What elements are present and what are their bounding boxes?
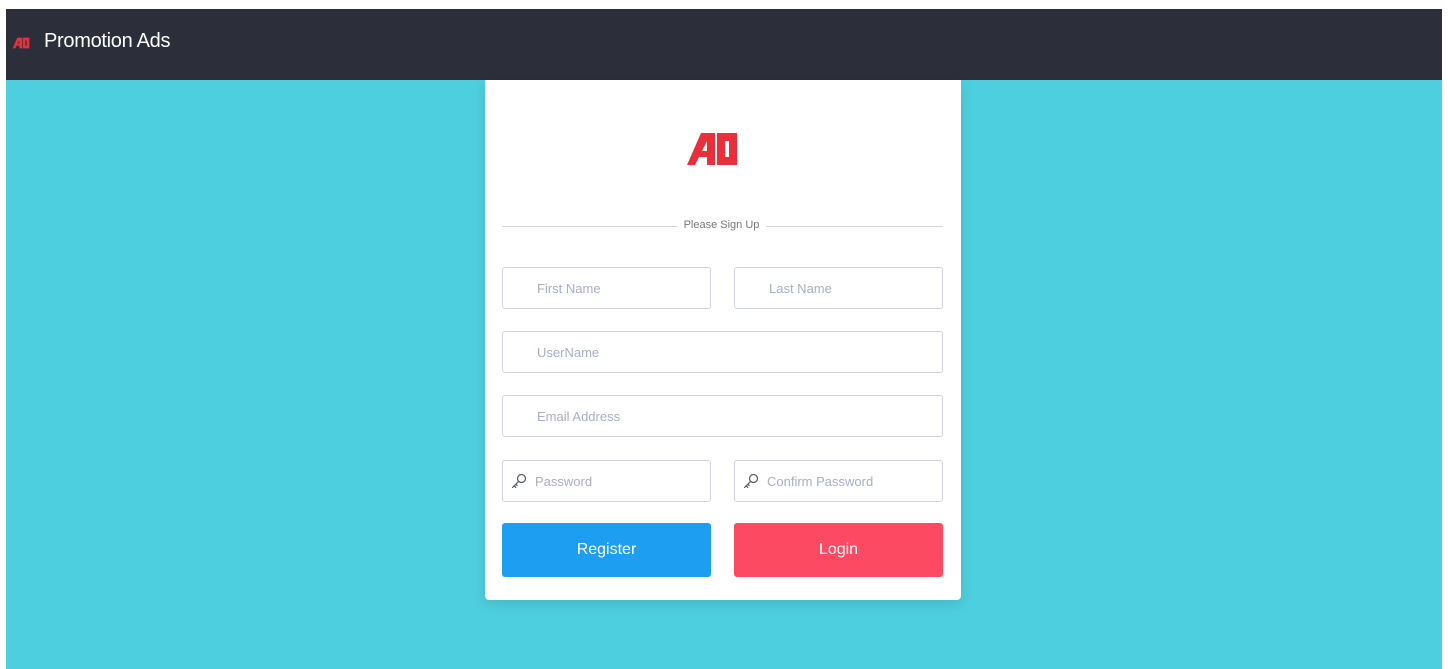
last-name-placeholder: Last Name [769, 281, 832, 296]
signup-heading: Please Sign Up [683, 219, 760, 231]
divider-right [766, 226, 943, 227]
register-button[interactable]: Register [502, 523, 711, 577]
ad-logo-icon[interactable] [12, 36, 30, 50]
key-icon [511, 473, 527, 489]
password-placeholder: Password [535, 474, 593, 489]
email-field[interactable]: Email Address [502, 395, 943, 437]
first-name-placeholder: First Name [537, 281, 601, 296]
password-field[interactable]: Password [502, 460, 711, 502]
key-icon [743, 473, 759, 489]
confirm-password-field[interactable]: Confirm Password [734, 460, 943, 502]
email-placeholder: Email Address [537, 409, 621, 424]
ad-logo-icon [687, 133, 737, 165]
first-name-field[interactable]: First Name [502, 267, 711, 309]
brand-title[interactable]: Promotion Ads [44, 30, 170, 53]
navbar: Promotion Ads [6, 9, 1442, 80]
username-field[interactable]: UserName [502, 331, 943, 373]
last-name-field[interactable]: Last Name [734, 267, 943, 309]
divider-left [502, 226, 677, 227]
signup-card: Please Sign Up First Name Last Name User… [485, 80, 961, 600]
username-placeholder: UserName [537, 345, 600, 360]
confirm-password-placeholder: Confirm Password [767, 474, 874, 489]
login-button[interactable]: Login [734, 523, 943, 577]
page-background: Promotion Ads Please Sign Up First Name … [6, 9, 1442, 669]
